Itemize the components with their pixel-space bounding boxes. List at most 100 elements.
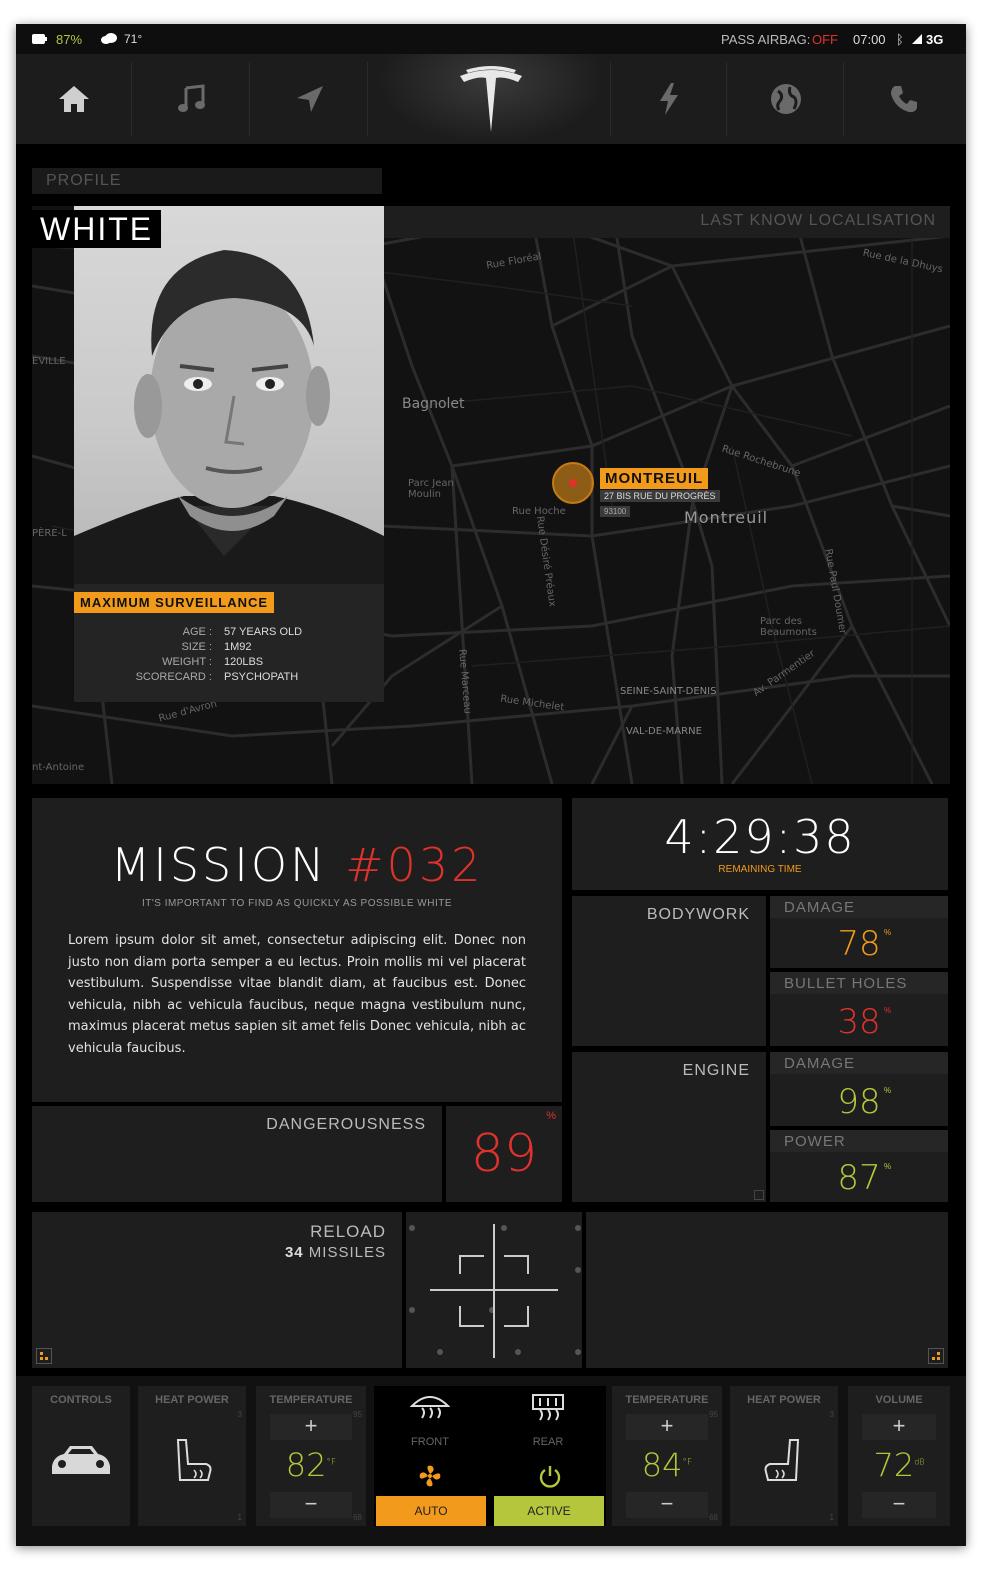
bodywork-damage-label: DAMAGE xyxy=(784,899,856,916)
seat-heat-right-icon xyxy=(764,1439,800,1481)
empty-panel xyxy=(586,1212,948,1368)
engine-power-box: POWER 87 % xyxy=(770,1130,948,1202)
dangerousness-value-box: 89 % xyxy=(446,1106,562,1202)
nav-energy[interactable] xyxy=(610,62,727,136)
surveillance-badge: MAXIMUM SURVEILLANCE xyxy=(74,592,275,613)
rear-label: REAR xyxy=(532,1436,564,1448)
dangerousness-unit: % xyxy=(546,1110,556,1122)
volume-value: 72dB xyxy=(873,1446,925,1484)
location-marker[interactable] xyxy=(552,462,594,504)
engine-damage-box: DAMAGE 98 % xyxy=(770,1052,948,1126)
nav-music[interactable] xyxy=(134,62,250,136)
volume-minus-button[interactable]: − xyxy=(862,1492,936,1518)
temp-right-plus-button[interactable]: + xyxy=(626,1414,708,1440)
mission-panel: MISSION #032 IT'S IMPORTANT TO FIND AS Q… xyxy=(32,798,562,1102)
profile-field-age: AGE : 57 YEARS OLD xyxy=(182,626,303,638)
suspect-portrait xyxy=(74,250,384,584)
battery-level: 87% xyxy=(56,32,83,47)
signal-icon xyxy=(912,34,922,44)
dangerousness-panel: DANGEROUSNESS xyxy=(32,1106,442,1202)
mission-description: Lorem ipsum dolor sit amet, consectetur … xyxy=(68,933,526,1056)
front-label: FRONT xyxy=(411,1436,449,1448)
targeting-panel[interactable] xyxy=(406,1212,582,1368)
temp-left-plus-button[interactable]: + xyxy=(270,1414,352,1440)
auto-button[interactable]: AUTO xyxy=(376,1496,486,1526)
tesla-logo xyxy=(460,66,522,132)
profile-field-scorecard: SCORECARD : PSYCHOPATH xyxy=(135,671,299,683)
heat-power-left-label: HEAT POWER xyxy=(155,1394,229,1406)
nav-web[interactable] xyxy=(728,62,844,136)
map-label-antoine: nt-Antoine xyxy=(32,762,85,773)
temp-left-min: 68 xyxy=(353,1513,362,1522)
crosshair-icon xyxy=(409,1224,581,1358)
temp-right-min: 68 xyxy=(709,1513,718,1522)
map-label-pere: PÈRE-L xyxy=(32,528,67,539)
music-icon xyxy=(177,84,205,112)
home-icon xyxy=(58,86,89,112)
heat-power-left-tile[interactable]: HEAT POWER 3 1 xyxy=(138,1386,246,1526)
battery-icon xyxy=(32,34,47,44)
profile-fields: AGE : 57 YEARS OLD SIZE : 1M92 WEIGHT : … xyxy=(74,626,384,686)
fan-controls: FRONT REAR AUTO ACTIVE xyxy=(374,1386,606,1526)
reload-label: RELOAD xyxy=(310,1222,386,1241)
navigation-icon xyxy=(296,86,323,112)
profile-field-weight: WEIGHT : 120LBS xyxy=(162,656,264,668)
localisation-header: LAST KNOW LOCALISATION xyxy=(384,206,950,238)
suspect-photo xyxy=(74,206,384,584)
globe-icon xyxy=(770,84,801,114)
engine-damage-label: DAMAGE xyxy=(784,1055,856,1072)
corner-handle-left[interactable] xyxy=(36,1348,52,1364)
nav-navigation[interactable] xyxy=(252,62,368,136)
map-label-parc-beaumonts: Parc des Beaumonts xyxy=(760,616,817,638)
temp-left-minus-button[interactable]: − xyxy=(270,1492,352,1518)
location-zip: 93100 xyxy=(600,506,631,517)
airbag-value: OFF xyxy=(812,32,838,47)
active-button[interactable]: ACTIVE xyxy=(494,1496,604,1526)
temp-left-max: 95 xyxy=(353,1410,362,1419)
corner-handle-right[interactable] xyxy=(928,1348,944,1364)
tesla-logo-area[interactable] xyxy=(376,54,606,144)
engine-damage-value: 98 xyxy=(837,1082,881,1122)
profile-header: PROFILE xyxy=(32,168,382,194)
nav-phone[interactable] xyxy=(846,62,961,136)
front-defrost-icon[interactable] xyxy=(408,1392,452,1420)
clock: 07:00 xyxy=(853,32,886,47)
temperature-right-tile: TEMPERATURE 95 68 + 84°F − xyxy=(612,1386,722,1526)
heat-power-right-tile[interactable]: HEAT POWER 3 1 xyxy=(730,1386,838,1526)
resize-handle[interactable] xyxy=(754,1190,764,1200)
bullet-holes-unit: % xyxy=(884,1006,892,1015)
rear-defrost-icon[interactable] xyxy=(530,1392,566,1422)
bullet-holes-label: BULLET HOLES xyxy=(784,975,908,992)
volume-tile: VOLUME + 72dB − xyxy=(848,1386,950,1526)
suspect-name: WHITE xyxy=(32,210,162,248)
map-label-montreuil: Montreuil xyxy=(684,508,769,527)
engine-label: ENGINE xyxy=(682,1062,750,1079)
temp-right-max: 95 xyxy=(709,1410,718,1419)
seat-heat-icon xyxy=(176,1439,212,1481)
timer-label: REMAINING TIME xyxy=(718,864,802,875)
nav-home[interactable] xyxy=(16,62,132,136)
temperature-left-label: TEMPERATURE xyxy=(269,1394,353,1406)
map-label-parc-jean-moulin: Parc Jean Moulin xyxy=(408,478,454,500)
reload-missiles: 34 MISSILES xyxy=(284,1244,386,1261)
network-type: 3G xyxy=(926,32,944,47)
temp-right-minus-button[interactable]: − xyxy=(626,1492,708,1518)
dangerousness-label: DANGEROUSNESS xyxy=(266,1116,426,1133)
bodywork-label: BODYWORK xyxy=(646,906,750,923)
power-icon[interactable] xyxy=(538,1464,562,1488)
bodywork-damage-value: 78 xyxy=(837,924,881,964)
bodywork-panel: BODYWORK xyxy=(572,896,766,1046)
mission-title: MISSION #032 xyxy=(110,838,484,892)
mission-subtitle: IT'S IMPORTANT TO FIND AS QUICKLY AS POS… xyxy=(141,898,453,909)
lightning-icon xyxy=(659,83,678,115)
fan-icon[interactable] xyxy=(418,1464,442,1488)
bluetooth-icon: ᛒ xyxy=(896,32,904,47)
map-label-seine-saint-denis: SEINE-SAINT-DENIS xyxy=(620,686,717,697)
bullet-holes-box: BULLET HOLES 38 % xyxy=(770,972,948,1046)
status-bar: 87% 71° PASS AIRBAG: OFF 07:00 ᛒ 3G xyxy=(16,24,966,54)
controls-tile[interactable]: CONTROLS xyxy=(32,1386,130,1526)
bullet-holes-value: 38 xyxy=(837,1002,881,1042)
weather-temp: 71° xyxy=(124,32,143,46)
volume-plus-button[interactable]: + xyxy=(862,1414,936,1440)
map-label-eville: EVILLE xyxy=(32,356,66,367)
